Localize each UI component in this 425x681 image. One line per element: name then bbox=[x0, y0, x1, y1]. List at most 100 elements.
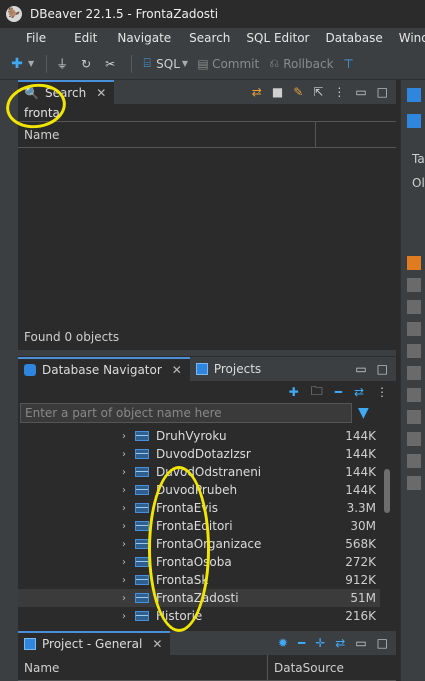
chevron-right-icon[interactable]: › bbox=[122, 539, 126, 550]
right-panel-icon[interactable] bbox=[407, 432, 421, 446]
tab-project-general[interactable]: Project - General ✕ bbox=[18, 631, 171, 655]
close-icon[interactable]: ✕ bbox=[172, 363, 182, 377]
minimize-icon[interactable]: ▭ bbox=[355, 85, 366, 99]
right-panel-icon[interactable] bbox=[407, 454, 421, 468]
name-column-header[interactable]: Name bbox=[18, 122, 316, 147]
new-connection-icon[interactable]: ✚ bbox=[289, 385, 299, 399]
new-connection-button[interactable]: ✚ ▼ bbox=[8, 55, 34, 73]
project-datasource-column[interactable]: DataSource bbox=[268, 655, 396, 681]
export-icon[interactable]: ⇱ bbox=[313, 85, 323, 99]
view-menu-icon[interactable]: ⋮ bbox=[376, 385, 388, 399]
project-table-header: Name DataSource bbox=[18, 655, 396, 681]
maximize-icon[interactable]: □ bbox=[377, 362, 388, 376]
table-icon bbox=[135, 503, 149, 513]
minimize-icon[interactable]: ▭ bbox=[355, 362, 366, 376]
menu-navigate[interactable]: Navigate bbox=[105, 31, 179, 45]
chevron-right-icon[interactable]: › bbox=[122, 557, 126, 568]
project-name-column[interactable]: Name bbox=[18, 655, 268, 681]
menu-search[interactable]: Search bbox=[179, 31, 238, 45]
search-panel-header: 🔍 Search ✕ ⇄ ■ ✎ ⇱ ⋮ ▭ □ bbox=[18, 80, 396, 104]
chevron-right-icon[interactable]: › bbox=[122, 521, 126, 532]
projects-icon bbox=[195, 363, 208, 375]
tree-row[interactable]: › DuvodOdstraneni 144K bbox=[18, 463, 380, 481]
right-panel-icon[interactable] bbox=[407, 476, 421, 490]
sync-icon[interactable]: ⇄ bbox=[252, 85, 262, 99]
new-folder-icon[interactable]: 🗀 bbox=[311, 382, 323, 403]
chevron-right-icon[interactable]: › bbox=[122, 467, 126, 478]
table-icon bbox=[135, 485, 149, 495]
table-size: 144K bbox=[345, 465, 376, 479]
navigator-filter-input[interactable]: Enter a part of object name here bbox=[20, 403, 352, 423]
table-size: 144K bbox=[345, 429, 376, 443]
search-query-input[interactable]: fronta bbox=[18, 104, 396, 122]
expand-icon[interactable]: ✛ bbox=[315, 636, 325, 650]
menu-sql-editor[interactable]: SQL Editor bbox=[238, 31, 317, 45]
highlight-annotation bbox=[148, 466, 210, 632]
tab-navigator-label: Database Navigator bbox=[42, 363, 162, 377]
filter-icon[interactable]: ▼ bbox=[358, 405, 369, 421]
right-panel-icon[interactable] bbox=[407, 344, 421, 358]
chevron-right-icon[interactable]: › bbox=[122, 449, 126, 460]
right-panel-icon[interactable] bbox=[407, 88, 421, 102]
collapse-all-icon[interactable]: ━ bbox=[335, 385, 342, 399]
close-icon[interactable]: ✕ bbox=[96, 86, 106, 100]
sql-editor-button[interactable]: ⌸ SQL ▼ bbox=[138, 55, 189, 73]
rollback-button[interactable]: ⎌ Rollback bbox=[265, 55, 333, 73]
menu-edit[interactable]: Edit bbox=[54, 31, 105, 45]
tab-database-navigator[interactable]: Database Navigator ✕ bbox=[18, 357, 190, 381]
results-table-header: Name bbox=[18, 122, 396, 148]
right-panel-icon[interactable] bbox=[407, 410, 421, 424]
maximize-icon[interactable]: □ bbox=[377, 636, 388, 650]
tree-row[interactable]: › DruhVyroku 144K bbox=[18, 427, 380, 445]
right-panel-icon[interactable] bbox=[407, 278, 421, 292]
navigator-toolbar: ✚ 🗀 ━ ⇄ ⋮ bbox=[18, 381, 396, 403]
found-count-text: Found 0 objects bbox=[24, 330, 120, 344]
tab-projects-label: Projects bbox=[213, 362, 262, 376]
right-panel-icon[interactable] bbox=[407, 300, 421, 314]
chevron-right-icon[interactable]: › bbox=[122, 593, 126, 604]
chevron-right-icon[interactable]: › bbox=[122, 611, 126, 622]
rollback-label: Rollback bbox=[283, 56, 334, 71]
transaction-mode-button[interactable]: ⊤ bbox=[340, 55, 358, 73]
menu-window[interactable]: Window bbox=[391, 31, 425, 45]
menu-database[interactable]: Database bbox=[317, 31, 390, 45]
table-name: DuvodDotazIzsr bbox=[156, 447, 251, 461]
stop-icon[interactable]: ■ bbox=[272, 85, 283, 99]
table-icon bbox=[135, 611, 149, 621]
close-icon[interactable]: ✕ bbox=[152, 637, 162, 651]
menu-file[interactable]: File bbox=[0, 31, 54, 45]
minimize-icon[interactable]: ▭ bbox=[355, 636, 366, 650]
right-panel-text-1: Ta bbox=[412, 152, 425, 166]
sql-icon: ⌸ bbox=[143, 56, 151, 70]
right-panel-icon[interactable] bbox=[407, 114, 421, 128]
collapse-icon[interactable]: ━ bbox=[298, 636, 305, 650]
panel-splitter[interactable] bbox=[18, 350, 396, 356]
tab-projects[interactable]: Projects bbox=[190, 357, 269, 381]
link-editor-icon[interactable]: ⇄ bbox=[354, 385, 364, 399]
right-panel-icon[interactable] bbox=[407, 322, 421, 336]
link-icon[interactable]: ⇄ bbox=[335, 636, 345, 650]
table-icon bbox=[135, 539, 149, 549]
maximize-icon[interactable]: □ bbox=[377, 85, 388, 99]
settings-icon[interactable]: ✹ bbox=[278, 636, 288, 650]
invalidate-button[interactable]: ↻ bbox=[77, 55, 95, 73]
chevron-right-icon[interactable]: › bbox=[122, 575, 126, 586]
chevron-right-icon[interactable]: › bbox=[122, 503, 126, 514]
right-panel-icon[interactable] bbox=[407, 256, 421, 270]
tree-row[interactable]: › DuvodDotazIzsr 144K bbox=[18, 445, 380, 463]
navigator-scrollbar[interactable] bbox=[384, 469, 390, 513]
connect-button[interactable]: ⏚ bbox=[53, 55, 71, 73]
table-icon bbox=[135, 449, 149, 459]
chevron-right-icon[interactable]: › bbox=[122, 485, 126, 496]
navigator-panel-header: Database Navigator ✕ Projects ▭ □ bbox=[18, 357, 396, 381]
right-panel-icon[interactable] bbox=[407, 388, 421, 402]
view-menu-icon[interactable]: ⋮ bbox=[333, 85, 345, 99]
chevron-right-icon[interactable]: › bbox=[122, 431, 126, 442]
table-size: 30M bbox=[350, 519, 376, 533]
commit-button[interactable]: ▤ Commit bbox=[194, 55, 259, 73]
left-gutter bbox=[0, 80, 18, 681]
disconnect-button[interactable]: ✂ bbox=[101, 55, 119, 73]
navigator-header-tools: ▭ □ bbox=[355, 362, 396, 376]
search-options-icon[interactable]: ✎ bbox=[293, 85, 303, 99]
right-panel-icon[interactable] bbox=[407, 366, 421, 380]
